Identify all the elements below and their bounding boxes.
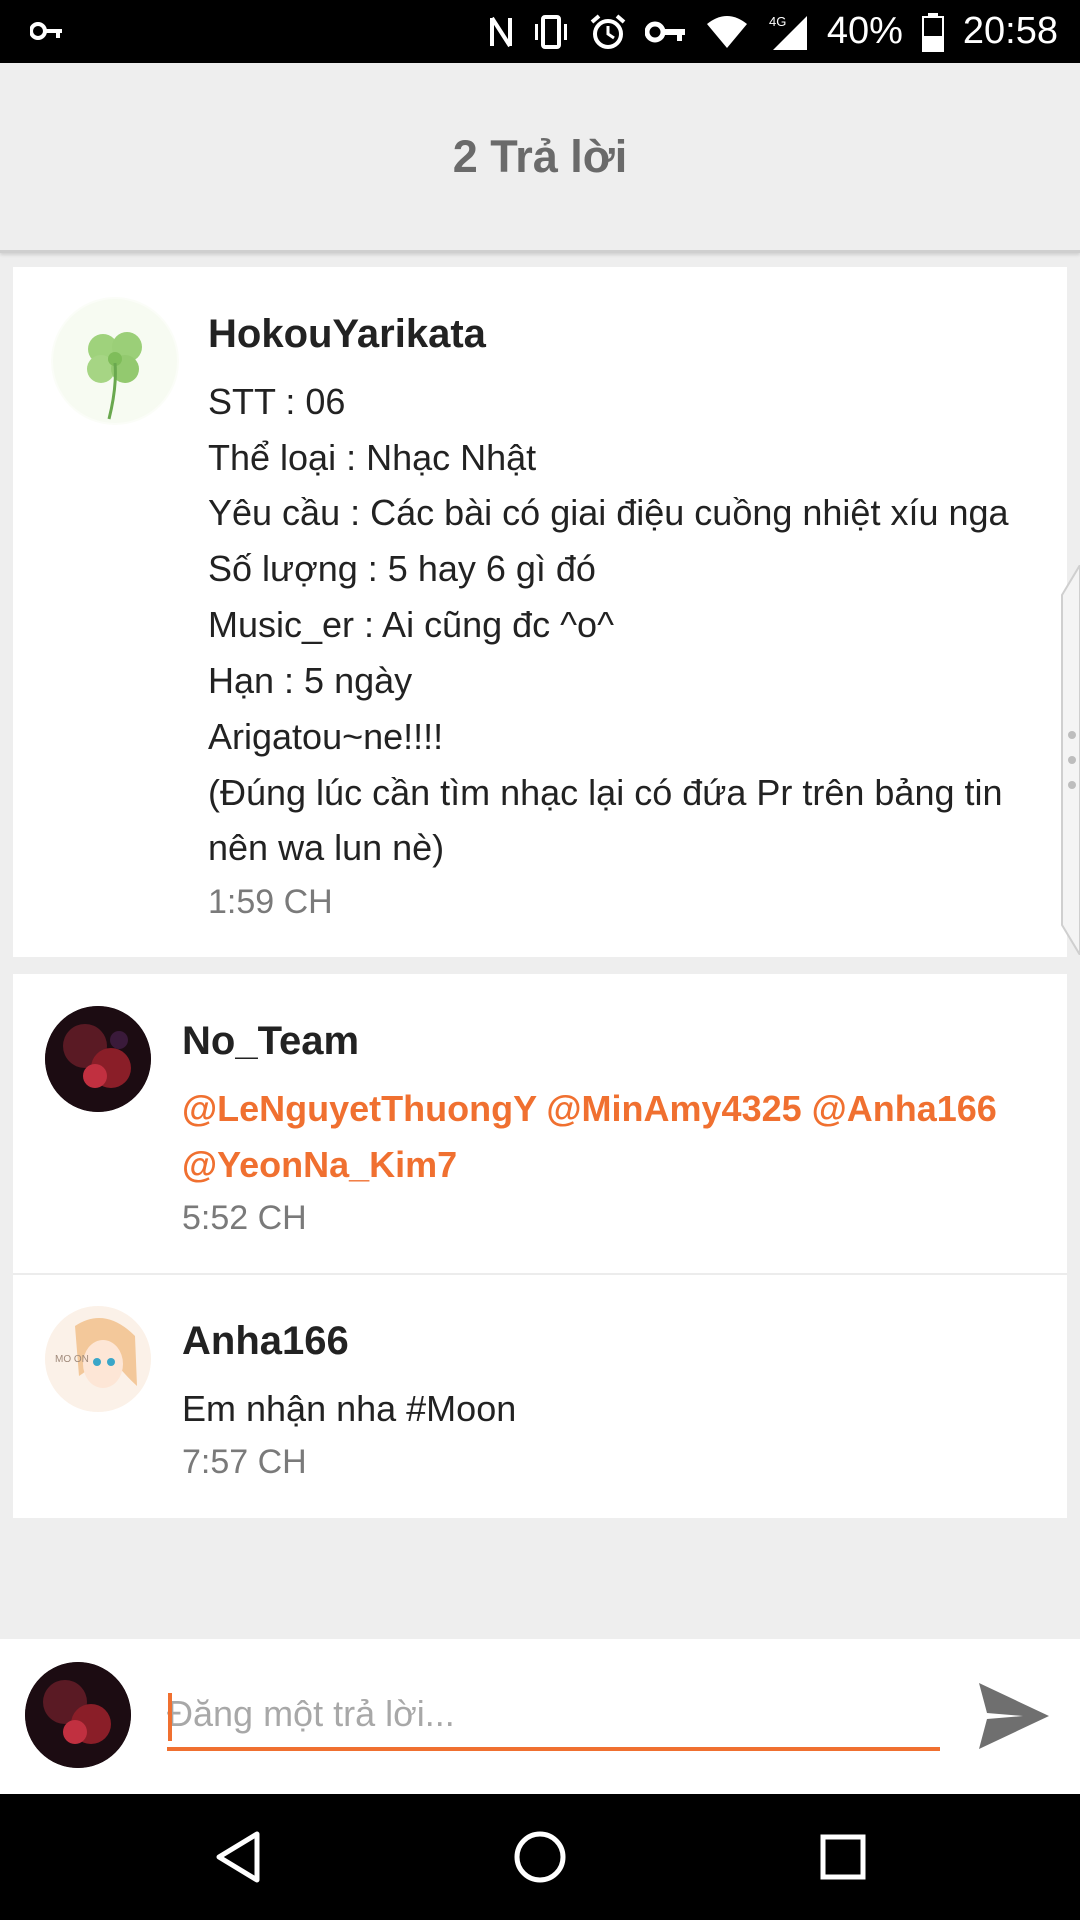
post-line: Thể loại : Nhạc Nhật bbox=[208, 437, 537, 478]
nfc-icon bbox=[489, 16, 512, 47]
original-post: HokouYarikata STT : 06 Thể loại : Nhạc N… bbox=[13, 267, 1067, 957]
reply-text: Em nhận nha #Moon bbox=[182, 1388, 517, 1429]
send-button[interactable] bbox=[975, 1677, 1053, 1755]
reply-username[interactable]: Anha166 bbox=[182, 1319, 349, 1364]
wifi-icon bbox=[706, 15, 747, 48]
reply-username[interactable]: No_Team bbox=[182, 1019, 359, 1064]
post-line: (Đúng lúc cần tìm nhạc lại có đứa Pr trê… bbox=[208, 772, 1003, 813]
vibrate-icon bbox=[534, 14, 567, 49]
avatar-image-icon bbox=[45, 1006, 151, 1112]
status-bar: 4G 40% 20:58 bbox=[0, 0, 1080, 63]
avatar[interactable] bbox=[51, 297, 179, 425]
side-panel-handle[interactable] bbox=[1058, 565, 1080, 955]
back-icon bbox=[216, 1831, 260, 1883]
signal-icon: 4G bbox=[769, 14, 807, 50]
svg-text:4G: 4G bbox=[769, 14, 786, 29]
header: 2 Trả lời bbox=[0, 63, 1080, 253]
send-icon bbox=[979, 1683, 1049, 1749]
recents-icon bbox=[820, 1834, 866, 1880]
text-caret bbox=[168, 1693, 172, 1741]
post-username[interactable]: HokouYarikata bbox=[208, 312, 486, 357]
home-button[interactable] bbox=[505, 1822, 575, 1892]
battery-icon bbox=[921, 12, 944, 52]
clock: 20:58 bbox=[962, 10, 1058, 52]
svg-text:MO ON: MO ON bbox=[55, 1354, 89, 1365]
key-icon bbox=[30, 22, 62, 40]
battery-percent: 40% bbox=[826, 10, 903, 52]
post-line: Arigatou~ne!!!! bbox=[208, 716, 444, 757]
avatar-image-icon: MO ON bbox=[45, 1306, 151, 1412]
navigation-bar bbox=[0, 1794, 1080, 1920]
recents-button[interactable] bbox=[808, 1822, 878, 1892]
key-icon bbox=[644, 21, 685, 42]
status-icons: 4G 40% 20:58 bbox=[489, 0, 1058, 63]
page-title: 2 Trả lời bbox=[452, 130, 628, 182]
post-line: Hạn : 5 ngày bbox=[208, 660, 413, 701]
mention-link[interactable]: @YeonNa_Kim7 bbox=[182, 1144, 457, 1186]
home-icon bbox=[514, 1831, 566, 1883]
alarm-icon bbox=[590, 13, 626, 49]
avatar bbox=[25, 1662, 131, 1768]
post-line: nên wa lun nè) bbox=[208, 827, 445, 868]
clover-icon bbox=[53, 299, 177, 423]
post-timestamp: 1:59 CH bbox=[208, 883, 333, 921]
divider bbox=[13, 1273, 1067, 1275]
post-line: STT : 06 bbox=[208, 381, 346, 422]
back-button[interactable] bbox=[203, 1822, 273, 1892]
reply-input[interactable] bbox=[167, 1681, 940, 1751]
avatar[interactable] bbox=[45, 1006, 151, 1112]
avatar-image-icon bbox=[25, 1662, 131, 1768]
avatar[interactable]: MO ON bbox=[45, 1306, 151, 1412]
mention-link[interactable]: @LeNguyetThuongY @MinAmy4325 @Anha166 bbox=[182, 1088, 997, 1130]
reply-timestamp: 5:52 CH bbox=[182, 1199, 307, 1237]
reply-timestamp: 7:57 CH bbox=[182, 1443, 307, 1481]
reply-composer bbox=[0, 1639, 1080, 1794]
post-line: Yêu cầu : Các bài có giai điệu cuồng nhi… bbox=[208, 492, 1009, 533]
replies-list: No_Team @LeNguyetThuongY @MinAmy4325 @An… bbox=[13, 974, 1067, 1518]
post-line: Số lượng : 5 hay 6 gì đó bbox=[208, 548, 596, 589]
post-line: Music_er : Ai cũng đc ^o^ bbox=[208, 604, 614, 645]
